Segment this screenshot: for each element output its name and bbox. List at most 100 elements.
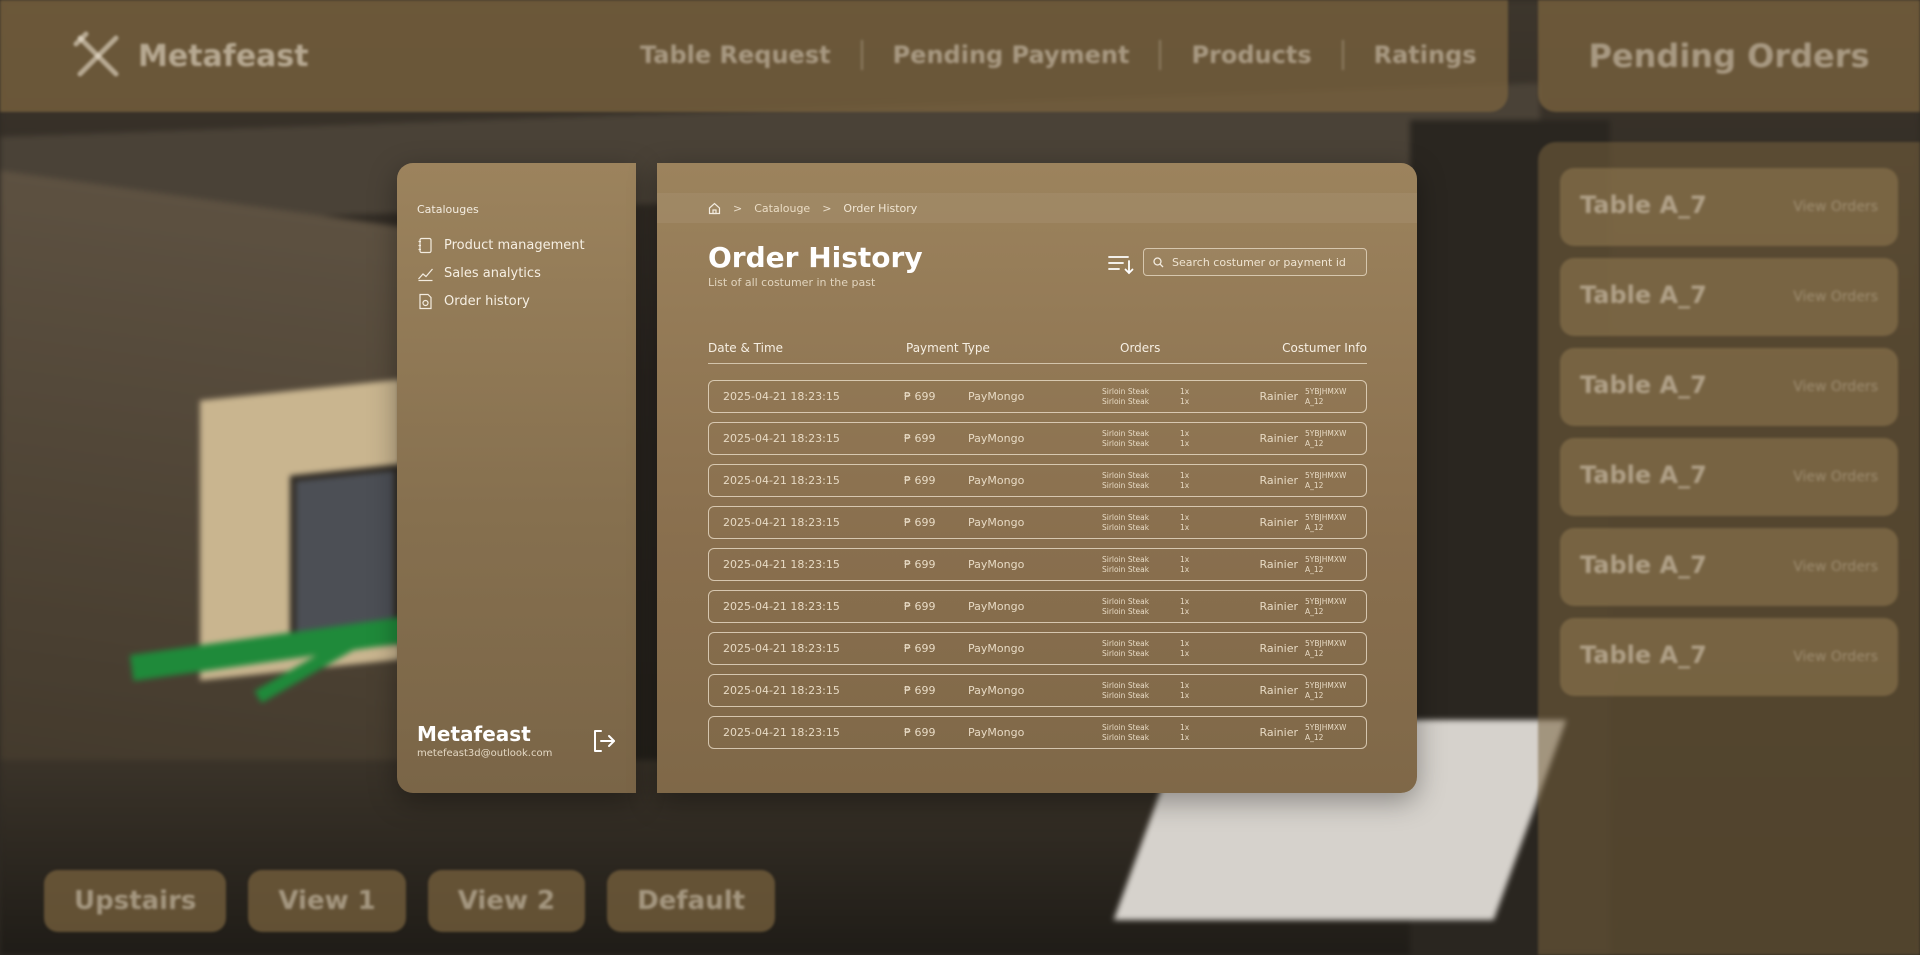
order-qty: 1x [1180, 481, 1190, 490]
brand-name: Metafeast [138, 38, 309, 74]
notebook-icon [418, 237, 432, 253]
table-row[interactable]: 2025-04-21 18:23:15 ₱ 699 PayMongo Sirlo… [708, 674, 1367, 707]
pending-card-title: Table A_7 [1580, 551, 1707, 579]
payment-method: PayMongo [968, 474, 1025, 487]
table-row[interactable]: 2025-04-21 18:23:15 ₱ 699 PayMongo Sirlo… [708, 422, 1367, 455]
order-item: Sirloin Steak [1102, 565, 1150, 574]
view-orders-button[interactable]: View Orders [1793, 649, 1878, 665]
camera-view2-button[interactable]: View 2 [427, 870, 586, 932]
order-qty: 1x [1180, 649, 1190, 658]
sidebar-section-title: Catalouges [417, 203, 479, 216]
table-row[interactable]: 2025-04-21 18:23:15 ₱ 699 PayMongo Sirlo… [708, 506, 1367, 539]
pending-order-card[interactable]: Table A_7 View Orders [1560, 348, 1898, 426]
order-qty: 1x [1180, 733, 1190, 742]
customer-ids: 5YBJHMXW A_12 [1305, 681, 1346, 701]
payment-id: 5YBJHMXW [1305, 555, 1347, 564]
order-amount: ₱ 699 [904, 432, 936, 445]
fork-knife-logo-icon [73, 31, 119, 77]
table-row[interactable]: 2025-04-21 18:23:15 ₱ 699 PayMongo Sirlo… [708, 380, 1367, 413]
logout-icon[interactable] [590, 727, 618, 755]
home-icon[interactable] [708, 202, 721, 215]
order-history-panel: > Catalouge > Order History Order Histor… [657, 163, 1417, 793]
customer-name: Rainier [1259, 642, 1298, 655]
order-items: Sirloin Steak Sirloin Steak [1102, 681, 1149, 701]
sidebar-item-sales-analytics[interactable]: Sales analytics [417, 259, 585, 287]
nav-pending-payment[interactable]: Pending Payment [893, 41, 1130, 69]
pending-order-card[interactable]: Table A_7 View Orders [1560, 438, 1898, 516]
payment-id: 5YBJHMXW [1305, 639, 1347, 648]
view-orders-button[interactable]: View Orders [1793, 289, 1878, 305]
pending-order-card[interactable]: Table A_7 View Orders [1560, 258, 1898, 336]
sort-icon[interactable] [1106, 251, 1134, 277]
order-item: Sirloin Steak [1102, 387, 1150, 396]
table-row[interactable]: 2025-04-21 18:23:15 ₱ 699 PayMongo Sirlo… [708, 548, 1367, 581]
search-input[interactable] [1172, 255, 1362, 269]
view-orders-button[interactable]: View Orders [1793, 559, 1878, 575]
order-items: Sirloin Steak Sirloin Steak [1102, 555, 1149, 575]
pending-order-card[interactable]: Table A_7 View Orders [1560, 528, 1898, 606]
header-orders[interactable]: Orders [1120, 341, 1160, 355]
order-qty: 1x [1180, 471, 1190, 480]
header-costumer-info[interactable]: Costumer Info [1282, 341, 1367, 355]
table-id: A_12 [1305, 481, 1324, 490]
order-item: Sirloin Steak [1102, 429, 1150, 438]
camera-upstairs-button[interactable]: Upstairs [44, 870, 227, 932]
payment-method: PayMongo [968, 558, 1025, 571]
customer-name: Rainier [1259, 684, 1298, 697]
camera-view1-button[interactable]: View 1 [248, 870, 406, 932]
order-datetime: 2025-04-21 18:23:15 [723, 390, 840, 403]
order-datetime: 2025-04-21 18:23:15 [723, 726, 840, 739]
sidebar-item-product-management[interactable]: Product management [417, 231, 585, 259]
brand[interactable]: Metafeast [70, 28, 309, 84]
table-row[interactable]: 2025-04-21 18:23:15 ₱ 699 PayMongo Sirlo… [708, 590, 1367, 623]
table-row[interactable]: 2025-04-21 18:23:15 ₱ 699 PayMongo Sirlo… [708, 464, 1367, 497]
sidebar-item-label: Product management [444, 237, 585, 253]
nav-divider [1159, 40, 1162, 70]
payment-id: 5YBJHMXW [1305, 681, 1347, 690]
customer-name: Rainier [1259, 600, 1298, 613]
page-title: Order History [708, 241, 923, 274]
sidebar-menu: Product management Sales analytics Order… [417, 231, 585, 315]
order-quantities: 1x 1x [1180, 723, 1189, 743]
order-items: Sirloin Steak Sirloin Steak [1102, 387, 1149, 407]
order-qty: 1x [1180, 723, 1190, 732]
order-item: Sirloin Steak [1102, 481, 1150, 490]
order-amount: ₱ 699 [904, 726, 936, 739]
nav-products[interactable]: Products [1191, 41, 1311, 69]
order-quantities: 1x 1x [1180, 639, 1189, 659]
customer-ids: 5YBJHMXW A_12 [1305, 471, 1346, 491]
payment-id: 5YBJHMXW [1305, 471, 1347, 480]
table-row[interactable]: 2025-04-21 18:23:15 ₱ 699 PayMongo Sirlo… [708, 632, 1367, 665]
nav-table-request[interactable]: Table Request [640, 41, 831, 69]
table-row[interactable]: 2025-04-21 18:23:15 ₱ 699 PayMongo Sirlo… [708, 716, 1367, 749]
order-qty: 1x [1180, 691, 1190, 700]
camera-button-label: Default [637, 886, 746, 916]
sidebar: Catalouges Product management Sales anal… [397, 163, 636, 793]
order-items: Sirloin Steak Sirloin Steak [1102, 639, 1149, 659]
view-orders-button[interactable]: View Orders [1793, 199, 1878, 215]
customer-ids: 5YBJHMXW A_12 [1305, 723, 1346, 743]
pending-order-card[interactable]: Table A_7 View Orders [1560, 618, 1898, 696]
order-datetime: 2025-04-21 18:23:15 [723, 516, 840, 529]
sidebar-item-order-history[interactable]: Order history [417, 287, 585, 315]
search-box[interactable] [1143, 248, 1367, 276]
order-qty: 1x [1180, 597, 1190, 606]
order-qty: 1x [1180, 565, 1190, 574]
camera-button-label: Upstairs [74, 886, 197, 916]
pending-order-card[interactable]: Table A_7 View Orders [1560, 168, 1898, 246]
order-datetime: 2025-04-21 18:23:15 [723, 642, 840, 655]
header-date-time[interactable]: Date & Time [708, 341, 783, 355]
view-orders-button[interactable]: View Orders [1793, 469, 1878, 485]
breadcrumb-catalouge[interactable]: Catalouge [754, 202, 810, 215]
nav-ratings[interactable]: Ratings [1374, 41, 1477, 69]
camera-default-button[interactable]: Default [607, 870, 776, 932]
customer-name: Rainier [1259, 390, 1298, 403]
order-amount: ₱ 699 [904, 558, 936, 571]
table-id: A_12 [1305, 691, 1324, 700]
order-quantities: 1x 1x [1180, 471, 1189, 491]
view-orders-button[interactable]: View Orders [1793, 379, 1878, 395]
header-payment-type[interactable]: Payment Type [906, 341, 990, 355]
order-qty: 1x [1180, 429, 1190, 438]
breadcrumb: > Catalouge > Order History [657, 193, 1417, 223]
order-item: Sirloin Steak [1102, 681, 1150, 690]
